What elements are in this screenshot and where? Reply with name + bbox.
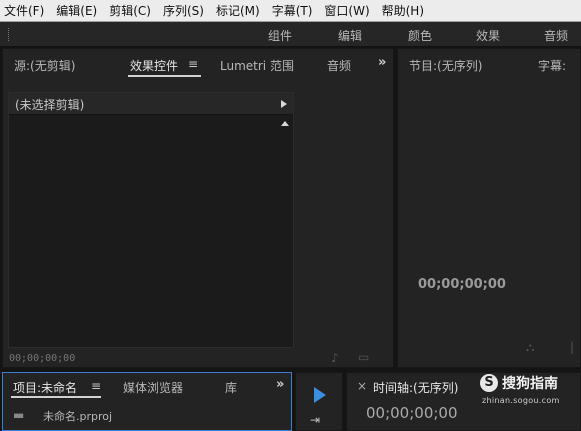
- watermark-name: 搜狗指南: [502, 376, 558, 392]
- tab-project[interactable]: 项目:未命名: [13, 379, 77, 396]
- double-chevron-right-icon[interactable]: »: [378, 55, 386, 70]
- hamburger-menu-icon[interactable]: ≡: [188, 57, 198, 71]
- menu-edit[interactable]: 编辑(E): [56, 2, 97, 19]
- project-panel: 项目:未命名 ≡ 媒体浏览器 库 » ▬ 未命名.prproj: [2, 372, 292, 431]
- hamburger-menu-icon[interactable]: ≡: [91, 379, 101, 393]
- workspace-color[interactable]: 颜色: [408, 27, 432, 44]
- active-tab-underline: [128, 75, 201, 77]
- double-chevron-right-icon[interactable]: »: [276, 377, 284, 392]
- menu-file[interactable]: 文件(F): [4, 2, 44, 19]
- workspace-audio[interactable]: 音频: [544, 27, 568, 44]
- timeline-timecode: 00;00;00;00: [366, 404, 458, 422]
- source-timecode: 00;00;00;00: [9, 353, 76, 364]
- menu-sequence[interactable]: 序列(S): [163, 2, 204, 19]
- tools-panel: ⇥: [295, 372, 343, 431]
- watermark-logo: S: [480, 374, 498, 392]
- folder-icon: ▬: [13, 408, 25, 422]
- menu-titles[interactable]: 字幕(T): [272, 2, 313, 19]
- menu-help[interactable]: 帮助(H): [382, 2, 424, 19]
- tab-captions[interactable]: 字幕:: [538, 57, 566, 74]
- no-clip-selected-label: (未选择剪辑): [15, 98, 85, 112]
- expand-right-icon[interactable]: [281, 100, 287, 108]
- tab-audio[interactable]: 音频: [327, 57, 351, 74]
- source-panel: 源:(无剪辑) 效果控件 ≡ Lumetri 范围 音频 » (未选择剪辑) 0…: [2, 48, 394, 368]
- program-timecode: 00;00;00;00: [418, 277, 506, 292]
- tab-media-browser[interactable]: 媒体浏览器: [123, 379, 183, 396]
- scroll-up-icon[interactable]: [281, 121, 289, 126]
- tab-libraries[interactable]: 库: [225, 379, 237, 396]
- watermark-url: zhinan.sogou.com: [482, 396, 560, 405]
- tab-source[interactable]: 源:(无剪辑): [14, 57, 75, 74]
- workspaces-bar: 组件 编辑 颜色 效果 音频: [0, 22, 581, 47]
- audio-only-icon[interactable]: ♪: [331, 351, 339, 365]
- export-frame-icon[interactable]: ▭: [358, 350, 369, 364]
- program-panel: 节目:(无序列) 字幕: 00;00;00;00 ⛬ |: [397, 48, 581, 368]
- tab-lumetri-scopes[interactable]: Lumetri 范围: [220, 57, 294, 74]
- effect-controls-area: (未选择剪辑): [8, 92, 294, 348]
- workspace-assembly[interactable]: 组件: [268, 27, 292, 44]
- tab-program[interactable]: 节目:(无序列): [409, 57, 482, 74]
- menu-bar: 文件(F) 编辑(E) 剪辑(C) 序列(S) 标记(M) 字幕(T) 窗口(W…: [0, 0, 581, 22]
- tab-effect-controls[interactable]: 效果控件: [130, 57, 178, 74]
- workspace-effects[interactable]: 效果: [476, 27, 500, 44]
- clip-header: (未选择剪辑): [9, 93, 293, 115]
- drag-video-icon[interactable]: ⛬: [526, 340, 534, 355]
- step-back-icon[interactable]: |: [570, 340, 574, 354]
- menu-markers[interactable]: 标记(M): [216, 2, 260, 19]
- drag-grip-icon[interactable]: [8, 28, 10, 41]
- menu-clip[interactable]: 剪辑(C): [109, 2, 151, 19]
- watermark: S 搜狗指南 zhinan.sogou.com: [478, 372, 578, 406]
- track-select-icon[interactable]: ⇥: [310, 413, 320, 427]
- project-file-name[interactable]: 未命名.prproj: [43, 408, 112, 424]
- selection-tool-icon[interactable]: [314, 387, 326, 403]
- close-icon[interactable]: ×: [357, 379, 367, 393]
- active-tab-underline: [11, 396, 101, 398]
- menu-window[interactable]: 窗口(W): [324, 2, 369, 19]
- workspace-editing[interactable]: 编辑: [338, 27, 362, 44]
- timeline-title: 时间轴:(无序列): [373, 381, 459, 395]
